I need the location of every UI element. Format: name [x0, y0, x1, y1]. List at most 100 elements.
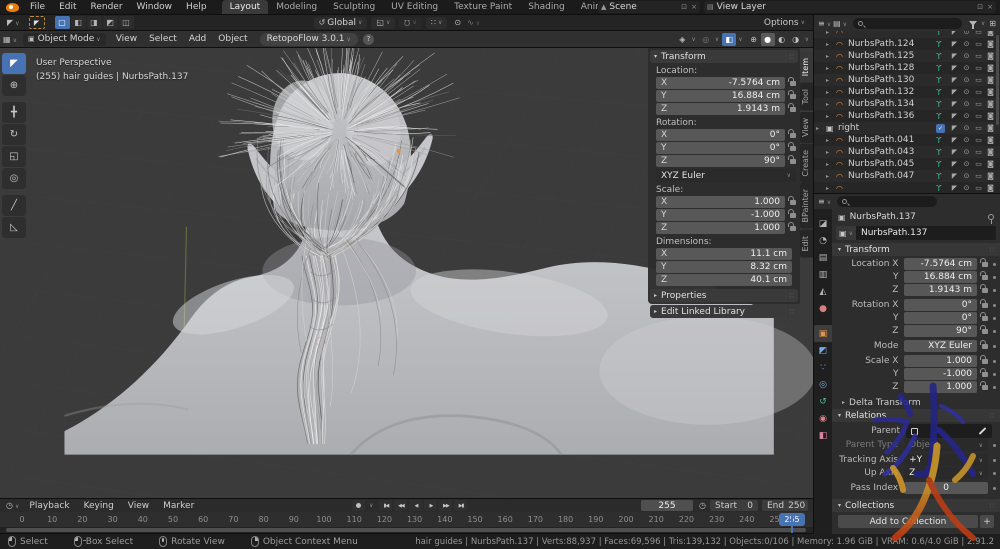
n-panel-tab[interactable]: View — [800, 112, 813, 143]
selectable-icon[interactable]: ◤ — [950, 172, 959, 180]
prev-keyframe-button[interactable]: ◀◀ — [394, 500, 407, 511]
disable-viewport-icon[interactable]: ▭ — [974, 64, 983, 72]
tracking-axis-dropdown[interactable]: +Y∨ — [904, 454, 988, 466]
lock-icon[interactable] — [982, 316, 988, 321]
lock-icon[interactable] — [790, 94, 796, 99]
select-mode-intersect[interactable]: ◫ — [119, 16, 134, 29]
disable-viewport-icon[interactable]: ▭ — [974, 76, 983, 84]
outliner-row[interactable]: ▸ ◠ NurbsPath.045 ϒ ✓ ◤ ⊙ ▭ ◙ — [814, 158, 1000, 170]
timeline-ruler[interactable]: 0102030405060708090100110120130140150160… — [0, 512, 813, 527]
pivot-point-dropdown[interactable]: ◱∨ — [371, 17, 395, 29]
properties-search-input[interactable] — [837, 196, 937, 207]
select-mode-extend[interactable]: ◧ — [71, 16, 86, 29]
workspace-tab[interactable]: Sculpting — [325, 0, 383, 14]
animate-dot[interactable] — [993, 289, 996, 292]
disable-viewport-icon[interactable]: ▭ — [974, 136, 983, 144]
rotation-mode-dropdown[interactable]: XYZ Euler∨ — [656, 169, 796, 182]
hide-icon[interactable]: ⊙ — [962, 124, 971, 132]
outliner-row[interactable]: ▸ ◠ NurbsPath.136 ϒ ✓ ◤ ⊙ ▭ ◙ — [814, 110, 1000, 122]
value-field[interactable]: XYZ Euler — [904, 340, 977, 352]
play-reverse-button[interactable]: ◀ — [409, 500, 422, 511]
dimension-field[interactable]: X11.1 cm — [656, 248, 792, 260]
shading-rendered-icon[interactable]: ◑ — [789, 33, 803, 46]
properties-tab[interactable]: ● — [814, 300, 832, 317]
disable-viewport-icon[interactable]: ▭ — [974, 160, 983, 168]
hide-icon[interactable]: ⊙ — [962, 76, 971, 84]
viewport-menu-item[interactable]: Add — [183, 34, 212, 44]
scale-field[interactable]: X1.000 — [656, 196, 785, 208]
outliner-row[interactable]: ▸ ◠ NurbsPath.132 ϒ ✓ ◤ ⊙ ▭ ◙ — [814, 86, 1000, 98]
properties-tab[interactable]: ▤ — [814, 249, 832, 266]
animate-dot[interactable] — [993, 276, 996, 279]
editor-type-icon[interactable]: ▦∨ — [0, 35, 20, 44]
outliner-row[interactable]: ▸ ▣ right ϒ ✓ ◤ ⊙ ▭ ◙ — [814, 122, 1000, 134]
expand-icon[interactable]: ▸ — [826, 31, 836, 36]
disable-render-icon[interactable]: ◙ — [986, 136, 995, 144]
copy-icon[interactable]: ⊡ — [681, 3, 687, 11]
animate-dot[interactable] — [993, 304, 996, 307]
n-panel-tab[interactable]: Create — [800, 144, 813, 183]
viewport-menu-item[interactable]: Object — [212, 34, 253, 44]
expand-icon[interactable]: ▸ — [826, 77, 836, 84]
expand-icon[interactable]: ▸ — [826, 89, 836, 96]
selectable-icon[interactable]: ◤ — [950, 124, 959, 132]
next-keyframe-button[interactable]: ▶▶ — [439, 500, 452, 511]
pass-index-field[interactable]: 0 — [904, 482, 988, 494]
animate-dot[interactable] — [993, 360, 996, 363]
expand-icon[interactable]: ▸ — [826, 41, 836, 48]
copy-icon[interactable]: ⊡ — [977, 3, 983, 11]
lock-icon[interactable] — [982, 275, 988, 280]
hide-icon[interactable]: ⊙ — [962, 64, 971, 72]
outliner-scrollbar[interactable] — [996, 35, 999, 125]
proportional-falloff-icon[interactable]: ∿∨ — [464, 18, 483, 27]
selectable-icon[interactable]: ◤ — [950, 112, 959, 120]
outliner-filter-dropdown[interactable]: ▤∨ — [832, 19, 848, 28]
relations-section-header[interactable]: ▾Relations∷ — [832, 409, 1000, 422]
new-collection-button[interactable]: ⊞ — [985, 19, 997, 28]
snap-with-dropdown[interactable]: ∷∨ — [426, 17, 448, 29]
add-to-collection-button[interactable]: Add to Collection — [838, 515, 978, 528]
disable-render-icon[interactable]: ◙ — [986, 172, 995, 180]
value-field[interactable]: 1.000 — [904, 355, 977, 367]
properties-tab[interactable]: ↺ — [814, 393, 832, 410]
select-mode-invert[interactable]: ◩ — [103, 16, 118, 29]
location-field[interactable]: X-7.5764 cm — [656, 77, 785, 89]
disable-render-icon[interactable]: ◙ — [986, 88, 995, 96]
disable-render-icon[interactable]: ◙ — [986, 40, 995, 48]
tool-button[interactable]: ╋ — [2, 102, 26, 123]
lock-icon[interactable] — [790, 159, 796, 164]
select-mode-set[interactable]: ▢ — [55, 16, 70, 29]
delta-transform-header[interactable]: ▸Delta Transform — [832, 396, 1000, 409]
hide-icon[interactable]: ⊙ — [962, 172, 971, 180]
lock-icon[interactable] — [982, 262, 988, 267]
lock-icon[interactable] — [982, 385, 988, 390]
timeline-menu-item[interactable]: Marker — [156, 501, 201, 511]
scrollbar-handle[interactable] — [6, 528, 806, 532]
active-tool-dropdown[interactable]: ◤∨ — [4, 18, 23, 27]
selectable-icon[interactable]: ◤ — [950, 100, 959, 108]
filter-funnel-icon[interactable] — [969, 21, 977, 26]
properties-tab[interactable]: ▥ — [814, 266, 832, 283]
expand-icon[interactable]: ▸ — [826, 161, 836, 168]
location-field[interactable]: Z1.9143 m — [656, 103, 785, 115]
menu-item[interactable]: File — [23, 0, 52, 14]
expand-icon[interactable]: ▸ — [826, 113, 836, 120]
timeline-menu-item[interactable]: View — [121, 501, 156, 511]
value-field[interactable]: 90° — [904, 325, 977, 337]
view-layer-selector[interactable]: ▤ View Layer ⊡ × — [704, 1, 996, 13]
active-tool-indicator[interactable]: ◤ — [29, 16, 45, 29]
lock-icon[interactable] — [790, 213, 796, 218]
value-field[interactable]: 0° — [904, 299, 977, 311]
play-button[interactable]: ▶ — [424, 500, 437, 511]
disable-viewport-icon[interactable]: ▭ — [974, 100, 983, 108]
dimension-field[interactable]: Y8.32 cm — [656, 261, 792, 273]
disable-render-icon[interactable]: ◙ — [986, 124, 995, 132]
selectable-icon[interactable]: ◤ — [950, 88, 959, 96]
pin-icon[interactable] — [988, 214, 994, 220]
tool-button[interactable]: ↻ — [2, 124, 26, 145]
animate-dot[interactable] — [993, 444, 996, 447]
hide-icon[interactable]: ⊙ — [962, 88, 971, 96]
close-icon[interactable]: × — [691, 3, 697, 11]
close-icon[interactable]: × — [987, 3, 993, 11]
location-field[interactable]: Y16.884 cm — [656, 90, 785, 102]
